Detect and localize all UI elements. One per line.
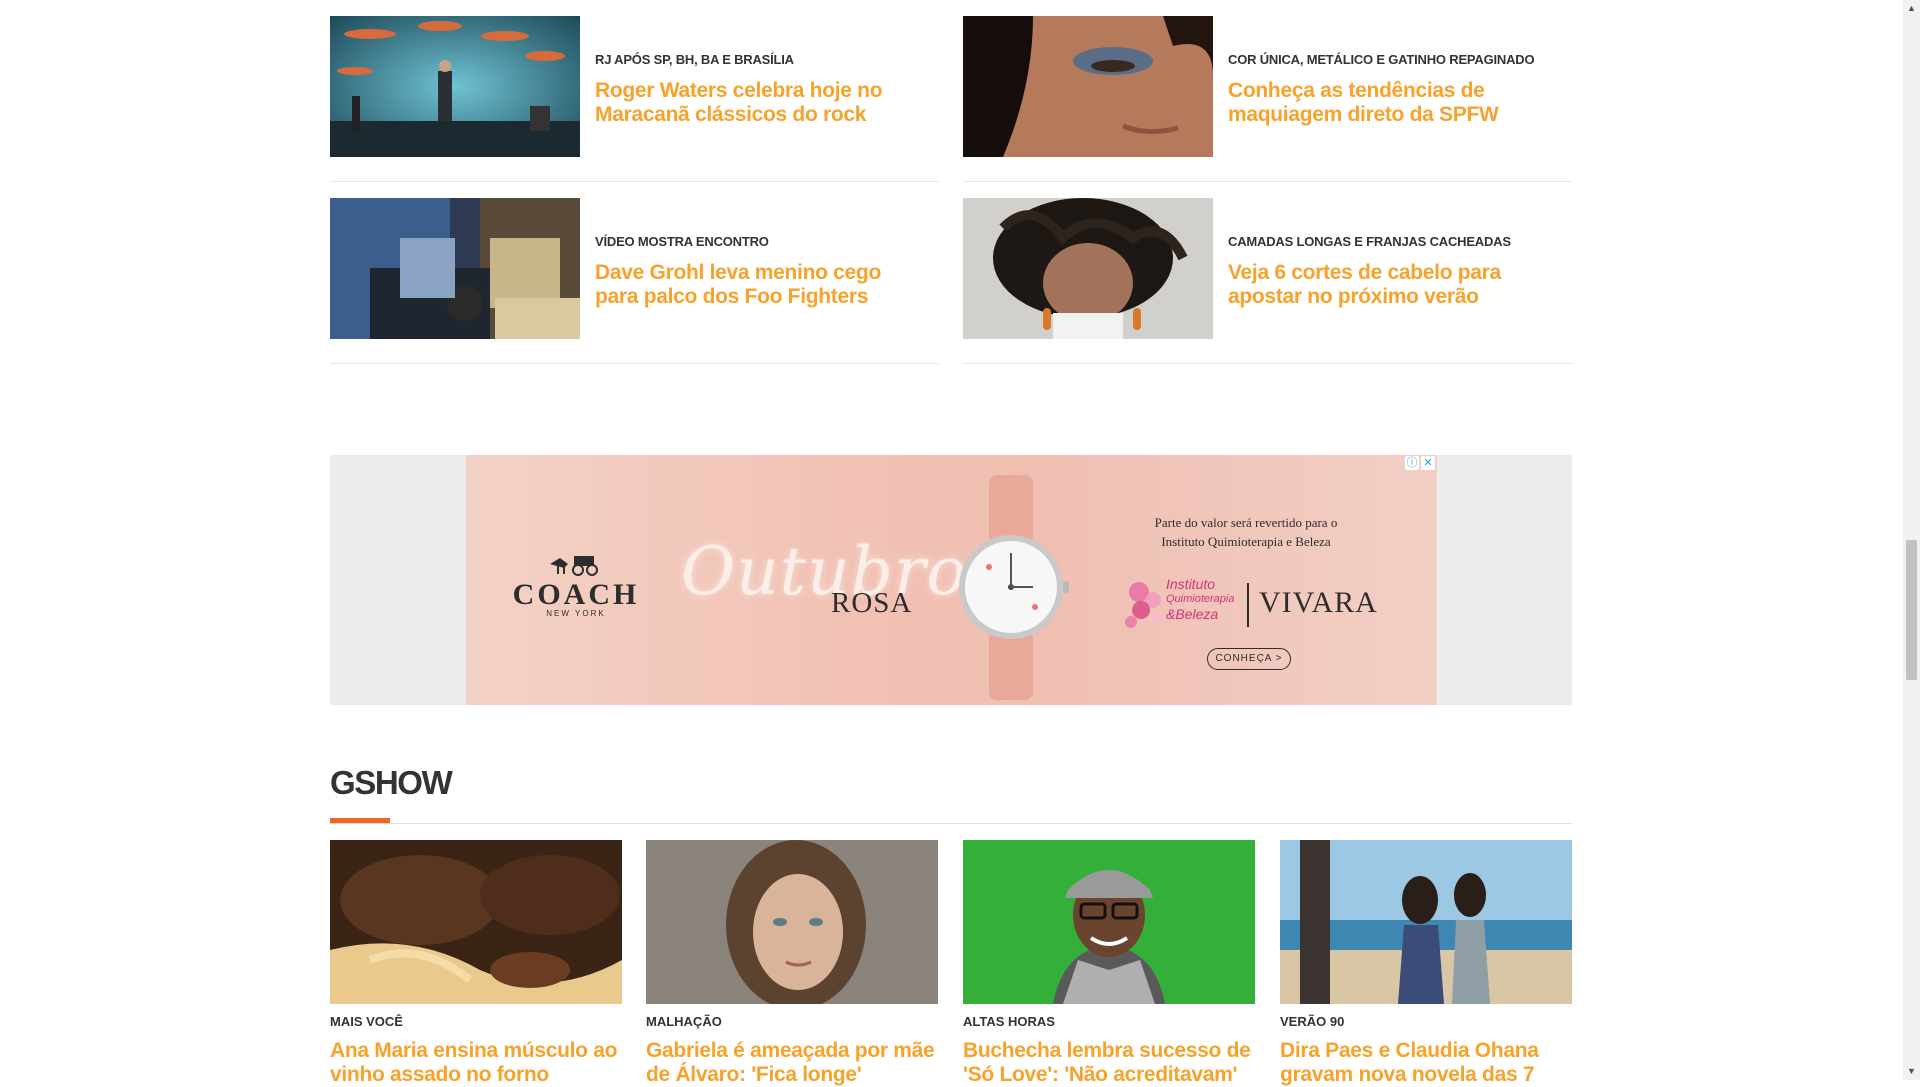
- news-text: COR ÚNICA, METÁLICO E GATINHO REPAGINADO…: [1228, 52, 1548, 127]
- card-thumbnail[interactable]: [1280, 840, 1572, 1004]
- scroll-down-icon[interactable]: ▼: [1903, 1063, 1920, 1080]
- section-accent-bar: [330, 818, 390, 823]
- ad-copy-line: Instituto Quimioterapia e Beleza: [1161, 534, 1331, 549]
- card-kicker: ALTAS HORAS: [963, 1014, 1055, 1029]
- concert-photo-icon: [330, 16, 580, 157]
- haircut-photo-icon: [963, 198, 1213, 339]
- news-item[interactable]: COR ÚNICA, METÁLICO E GATINHO REPAGINADO…: [963, 0, 1572, 182]
- carriage-icon: [550, 556, 598, 576]
- watch-icon: [959, 475, 1069, 700]
- ad-banner[interactable]: ⓘ ✕ COACH NEW YORK Outubro ROSA Parte do…: [466, 455, 1437, 705]
- instituto-line: &Beleza: [1166, 606, 1219, 622]
- news-headline[interactable]: Veja 6 cortes de cabelo para apostar no …: [1228, 261, 1548, 309]
- news-item[interactable]: CAMADAS LONGAS E FRANJAS CACHEADAS Veja …: [963, 182, 1572, 364]
- gshow-card[interactable]: ALTAS HORAS Buchecha lembra sucesso de '…: [963, 840, 1255, 1087]
- gshow-card[interactable]: VERÃO 90 Dira Paes e Claudia Ohana grava…: [1280, 840, 1572, 1087]
- actress-photo-icon: [646, 840, 938, 1004]
- instituto-line: Instituto: [1166, 576, 1216, 592]
- instituto-line: Quimioterapia: [1166, 593, 1235, 605]
- news-headline[interactable]: Conheça as tendências de maquiagem diret…: [1228, 79, 1548, 127]
- ad-copy: Parte do valor será revertido para o Ins…: [1126, 513, 1366, 551]
- news-kicker: RJ APÓS SP, BH, BA E BRASÍLIA: [595, 52, 794, 67]
- news-thumbnail[interactable]: [963, 198, 1213, 339]
- campaign-script: Outubro: [681, 533, 968, 610]
- coach-logo: COACH NEW YORK: [506, 550, 646, 618]
- page: RJ APÓS SP, BH, BA E BRASÍLIA Roger Wate…: [0, 0, 1920, 1086]
- ad-divider: [1247, 583, 1249, 627]
- stage-photo-icon: [330, 198, 580, 339]
- instituto-logo-text: Instituto Quimioterapia &Beleza: [1166, 577, 1234, 622]
- vivara-logo: VIVARA: [1259, 586, 1378, 619]
- news-kicker: VÍDEO MOSTRA ENCONTRO: [595, 234, 769, 249]
- card-kicker: MALHAÇÃO: [646, 1014, 722, 1029]
- ad-controls: ⓘ ✕: [1405, 456, 1435, 470]
- ad-cta-button[interactable]: CONHEÇA >: [1207, 648, 1291, 670]
- ad-copy-line: Parte do valor será revertido para o: [1154, 515, 1338, 530]
- beach-photo-icon: [1280, 840, 1572, 1004]
- vertical-scrollbar[interactable]: ▲ ▼: [1903, 0, 1920, 1080]
- card-thumbnail[interactable]: [963, 840, 1255, 1004]
- makeup-photo-icon: [963, 16, 1213, 157]
- news-text: CAMADAS LONGAS E FRANJAS CACHEADAS Veja …: [1228, 234, 1548, 309]
- gshow-card[interactable]: MAIS VOCÊ Ana Maria ensina músculo ao vi…: [330, 840, 622, 1087]
- scrollbar-thumb[interactable]: [1906, 540, 1917, 680]
- card-thumbnail[interactable]: [330, 840, 622, 1004]
- news-headline[interactable]: Dave Grohl leva menino cego para palco d…: [595, 261, 915, 309]
- campaign-word: ROSA: [831, 587, 913, 619]
- ad-close-icon[interactable]: ✕: [1421, 456, 1435, 470]
- news-kicker: CAMADAS LONGAS E FRANJAS CACHEADAS: [1228, 234, 1511, 249]
- gshow-card[interactable]: MALHAÇÃO Gabriela é ameaçada por mãe de …: [646, 840, 938, 1087]
- news-thumbnail[interactable]: [330, 198, 580, 339]
- singer-photo-icon: [963, 840, 1255, 1004]
- news-thumbnail[interactable]: [330, 16, 580, 157]
- card-kicker: MAIS VOCÊ: [330, 1014, 403, 1029]
- section-header: GSHOW: [330, 758, 1572, 824]
- section-title[interactable]: GSHOW: [330, 764, 453, 802]
- news-item[interactable]: RJ APÓS SP, BH, BA E BRASÍLIA Roger Wate…: [330, 0, 939, 182]
- ad-info-icon[interactable]: ⓘ: [1405, 456, 1419, 470]
- news-thumbnail[interactable]: [963, 16, 1213, 157]
- card-kicker: VERÃO 90: [1280, 1014, 1345, 1029]
- coach-brand-name: COACH: [512, 578, 640, 611]
- food-photo-icon: [330, 840, 622, 1004]
- news-text: RJ APÓS SP, BH, BA E BRASÍLIA Roger Wate…: [595, 52, 915, 127]
- news-kicker: COR ÚNICA, METÁLICO E GATINHO REPAGINADO: [1228, 52, 1535, 67]
- ad-area: ⓘ ✕ COACH NEW YORK Outubro ROSA Parte do…: [330, 455, 1572, 705]
- news-headline[interactable]: Roger Waters celebra hoje no Maracanã cl…: [595, 79, 915, 127]
- news-item[interactable]: VÍDEO MOSTRA ENCONTRO Dave Grohl leva me…: [330, 182, 939, 364]
- scroll-up-icon[interactable]: ▲: [1903, 0, 1920, 17]
- news-text: VÍDEO MOSTRA ENCONTRO Dave Grohl leva me…: [595, 234, 915, 309]
- card-thumbnail[interactable]: [646, 840, 938, 1004]
